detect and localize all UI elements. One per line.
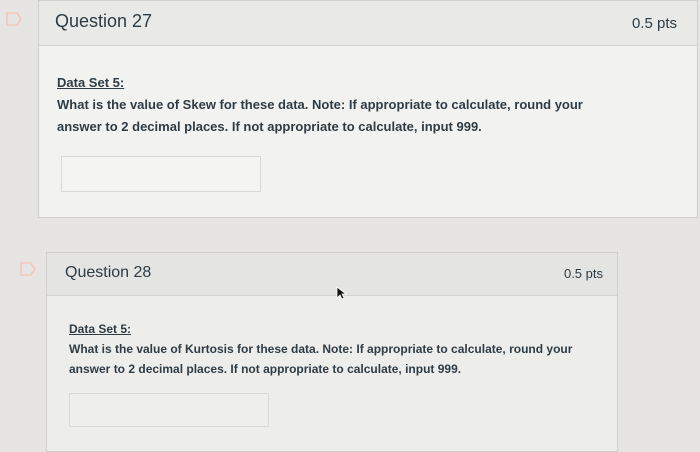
answer-input[interactable] — [69, 393, 269, 427]
data-set-label: Data Set 5: — [57, 75, 125, 90]
flag-question-icon[interactable] — [20, 262, 36, 276]
question-27-card: Question 27 0.5 pts Data Set 5: What is … — [38, 0, 698, 218]
question-header: Question 27 0.5 pts — [39, 1, 697, 46]
flag-question-icon[interactable] — [6, 12, 22, 26]
question-prompt: What is the value of Kurtosis for these … — [69, 342, 573, 376]
question-prompt: What is the value of Skew for these data… — [57, 97, 583, 134]
question-text: Data Set 5: What is the value of Skew fo… — [57, 72, 617, 138]
answer-input[interactable] — [61, 156, 261, 192]
question-28-card: Question 28 0.5 pts Data Set 5: What is … — [46, 252, 618, 452]
question-text: Data Set 5: What is the value of Kurtosi… — [69, 319, 589, 379]
question-title: Question 27 — [55, 11, 153, 31]
question-points: 0.5 pts — [563, 266, 603, 281]
question-title: Question 28 — [65, 264, 152, 281]
question-points: 0.5 pts — [631, 15, 677, 32]
question-header: Question 28 0.5 pts — [47, 253, 617, 296]
data-set-label: Data Set 5: — [69, 322, 132, 336]
mouse-pointer-icon — [336, 286, 348, 305]
